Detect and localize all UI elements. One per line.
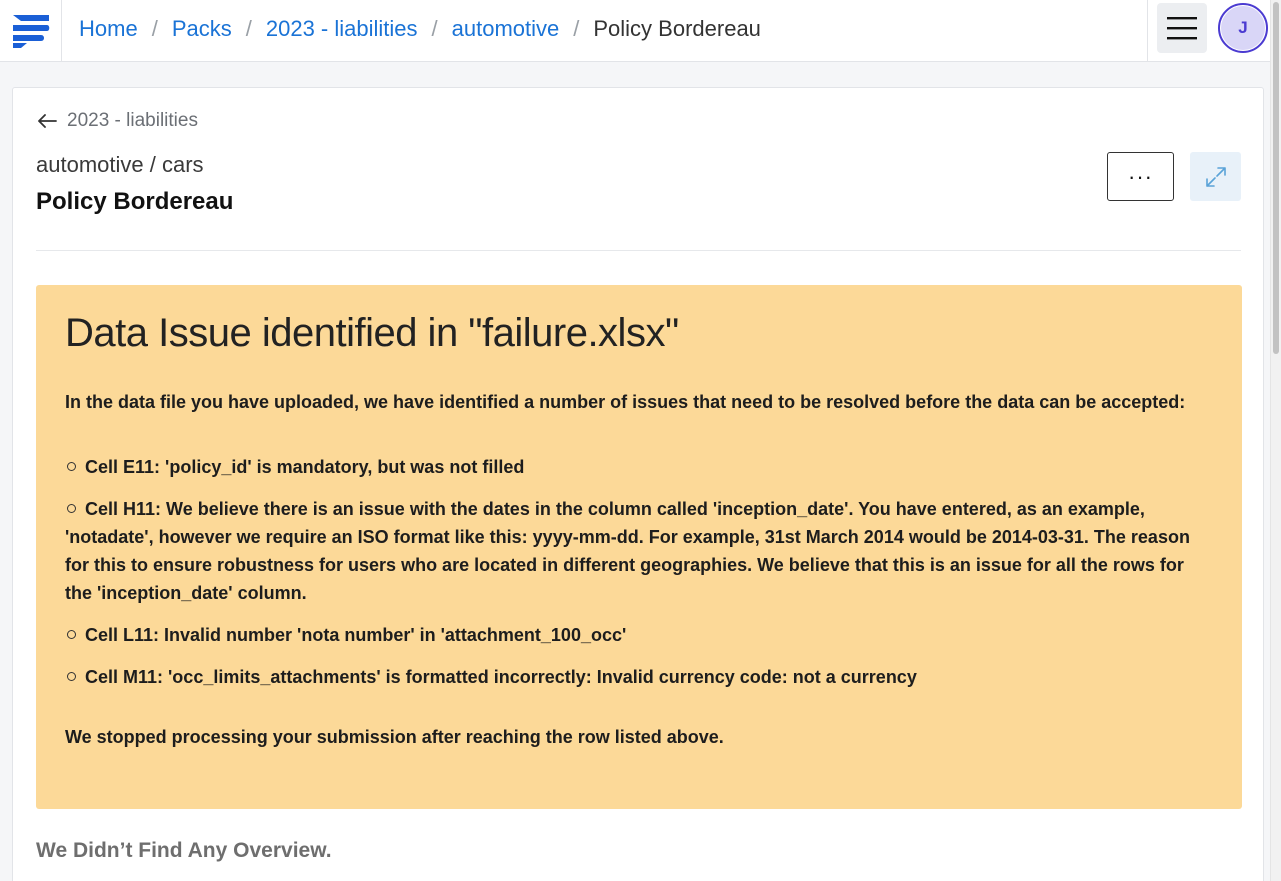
- breadcrumb-separator: /: [573, 16, 580, 41]
- app-logo[interactable]: [0, 0, 62, 62]
- bullet-icon: [67, 630, 76, 639]
- arrow-left-icon: [38, 114, 57, 128]
- issue-item: Cell H11: We believe there is an issue w…: [65, 495, 1205, 607]
- user-avatar[interactable]: J: [1218, 3, 1268, 53]
- issue-list: Cell E11: 'policy_id' is mandatory, but …: [65, 453, 1205, 705]
- top-bar: Home / Packs / 2023 - liabilities / auto…: [0, 0, 1270, 62]
- menu-button[interactable]: [1157, 3, 1207, 53]
- breadcrumb-packs[interactable]: Packs: [172, 16, 232, 42]
- issue-text: Cell H11: We believe there is an issue w…: [65, 499, 1190, 603]
- empty-overview-message: We Didn’t Find Any Overview.: [36, 839, 332, 862]
- hamburger-icon: [1167, 17, 1197, 40]
- more-options-button[interactable]: ···: [1107, 152, 1174, 201]
- alert-intro: In the data file you have uploaded, we h…: [65, 392, 1186, 412]
- issue-item: Cell M11: 'occ_limits_attachments' is fo…: [65, 663, 1205, 691]
- expand-icon: [1205, 166, 1226, 187]
- issue-text: Cell M11: 'occ_limits_attachments' is fo…: [85, 667, 917, 687]
- breadcrumb-current: Policy Bordereau: [593, 16, 761, 41]
- breadcrumb: Home / Packs / 2023 - liabilities / auto…: [79, 0, 761, 58]
- divider: [36, 250, 1241, 251]
- bullet-icon: [67, 504, 76, 513]
- page-scrollbar[interactable]: [1270, 0, 1281, 881]
- expand-button[interactable]: [1190, 152, 1241, 201]
- alert-title: Data Issue identified in "failure.xlsx": [65, 311, 679, 355]
- back-link-label: 2023 - liabilities: [67, 110, 198, 131]
- scrollbar-thumb[interactable]: [1273, 2, 1279, 354]
- page-title: Policy Bordereau: [36, 188, 234, 215]
- bullet-icon: [67, 462, 76, 471]
- issue-item: Cell L11: Invalid number 'nota number' i…: [65, 621, 1205, 649]
- logo-icon: [12, 15, 49, 48]
- issue-text: Cell L11: Invalid number 'nota number' i…: [85, 625, 627, 645]
- alert-footer: We stopped processing your submission af…: [65, 727, 724, 747]
- issue-item: Cell E11: 'policy_id' is mandatory, but …: [65, 453, 1205, 481]
- topbar-actions: J: [1147, 0, 1270, 62]
- back-link[interactable]: 2023 - liabilities: [37, 110, 198, 132]
- breadcrumb-separator: /: [245, 16, 252, 41]
- breadcrumb-category[interactable]: automotive: [452, 16, 560, 42]
- bullet-icon: [67, 672, 76, 681]
- page-subtitle: automotive / cars: [36, 152, 204, 177]
- breadcrumb-separator: /: [431, 16, 438, 41]
- breadcrumb-separator: /: [151, 16, 158, 41]
- breadcrumb-home[interactable]: Home: [79, 16, 138, 42]
- issue-text: Cell E11: 'policy_id' is mandatory, but …: [85, 457, 525, 477]
- breadcrumb-pack[interactable]: 2023 - liabilities: [266, 16, 418, 42]
- content-card: 2023 - liabilities automotive / cars Pol…: [12, 87, 1264, 881]
- data-issue-alert: Data Issue identified in "failure.xlsx" …: [36, 285, 1242, 809]
